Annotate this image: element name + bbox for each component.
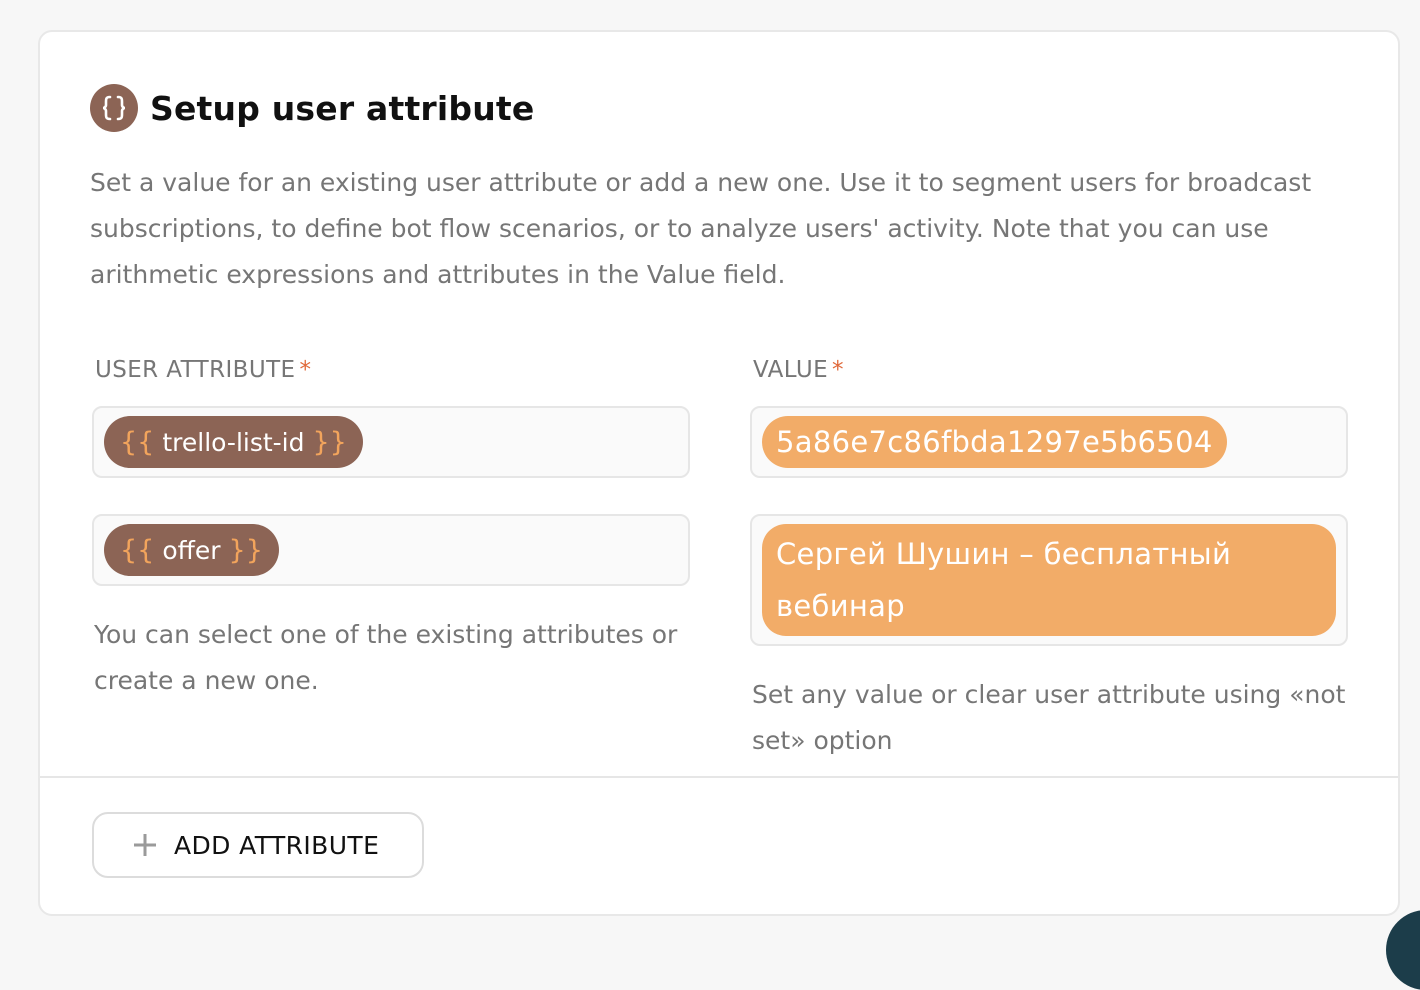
value-chip[interactable]: Сергей Шушин – бесплатный вебинар xyxy=(762,524,1336,636)
add-attribute-button[interactable]: ADD ATTRIBUTE xyxy=(92,812,424,878)
close-brace: }} xyxy=(228,534,263,566)
setup-user-attribute-card: Setup user attribute Set a value for an … xyxy=(38,30,1400,916)
value-chip[interactable]: 5a86e7c86fbda1297e5b6504 xyxy=(762,416,1227,468)
curly-braces-icon xyxy=(90,84,138,132)
card-description: Set a value for an existing user attribu… xyxy=(90,168,1312,289)
value-label-text: VALUE xyxy=(753,357,829,383)
value-field[interactable]: 5a86e7c86fbda1297e5b6504 xyxy=(750,406,1348,478)
user-attribute-label: USER ATTRIBUTE * xyxy=(92,350,690,390)
close-brace: }} xyxy=(312,426,347,458)
attribute-chip[interactable]: {{ trello-list-id }} xyxy=(104,416,363,468)
user-attribute-help: You can select one of the existing attri… xyxy=(94,620,678,695)
card-header: Setup user attribute xyxy=(90,82,534,134)
plus-icon xyxy=(134,834,156,856)
required-mark: * xyxy=(299,357,312,383)
floating-action-button[interactable] xyxy=(1386,910,1420,990)
value-label: VALUE * xyxy=(750,350,1348,390)
user-attribute-field[interactable]: {{ offer }} xyxy=(92,514,690,586)
card-title: Setup user attribute xyxy=(150,88,535,128)
value-help: Set any value or clear user attribute us… xyxy=(752,680,1346,755)
attribute-chip-name: offer xyxy=(162,535,221,565)
attribute-chip[interactable]: {{ offer }} xyxy=(104,524,279,576)
add-attribute-label: ADD ATTRIBUTE xyxy=(174,830,380,860)
user-attribute-label-text: USER ATTRIBUTE xyxy=(95,357,296,383)
required-mark: * xyxy=(832,357,844,383)
divider xyxy=(40,776,1398,778)
user-attribute-column: USER ATTRIBUTE * {{ trello-list-id }} {{ … xyxy=(92,350,690,704)
open-brace: {{ xyxy=(120,534,155,566)
user-attribute-field[interactable]: {{ trello-list-id }} xyxy=(92,406,690,478)
value-column: VALUE * 5a86e7c86fbda1297e5b6504 Сергей Ш… xyxy=(750,350,1348,764)
value-field[interactable]: Сергей Шушин – бесплатный вебинар xyxy=(750,514,1348,646)
attribute-chip-name: trello-list-id xyxy=(162,427,305,457)
open-brace: {{ xyxy=(120,426,155,458)
